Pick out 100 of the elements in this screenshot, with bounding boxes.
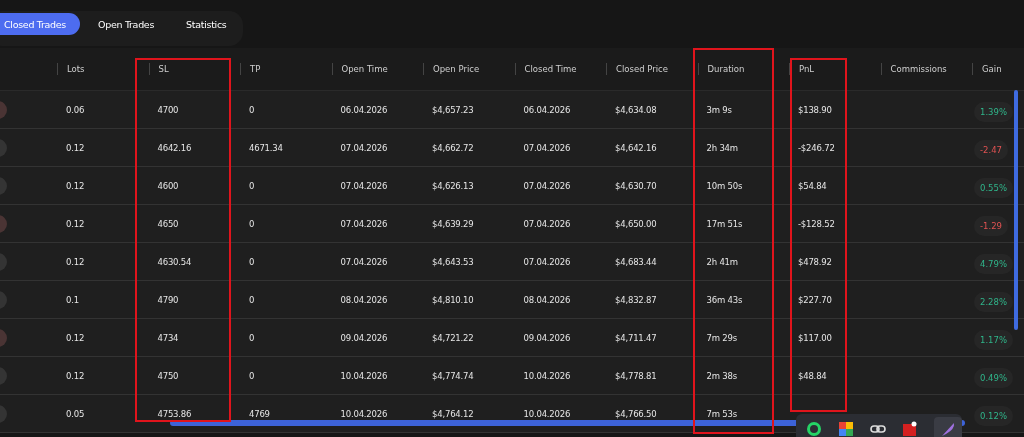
- table-cell-text: 10.04.2026: [522, 370, 572, 381]
- table-cell-text: $4,626.13: [431, 180, 475, 191]
- table-cell-text: 07.04.2026: [339, 256, 389, 267]
- tab[interactable]: Closed Trades: [0, 13, 80, 35]
- table-cell-text: 4734: [156, 332, 180, 343]
- table-cell-text: $4,683.44: [614, 256, 658, 267]
- table-cell-text: 2h 34m: [705, 142, 739, 153]
- table-cell-text: 2h 41m: [705, 256, 739, 267]
- column-header: Gain: [982, 64, 1002, 74]
- table-cell-text: 10m 50s: [705, 180, 744, 191]
- table-cell-text: $4,810.10: [431, 294, 475, 305]
- table-cell-text: $54.84: [797, 180, 828, 191]
- table-cell-text: $4,643.53: [431, 256, 475, 267]
- table-cell-text: 07.04.2026: [522, 180, 572, 191]
- table-cell-text: 0: [248, 332, 256, 343]
- column-header: PnL: [799, 64, 815, 74]
- gain-badge: 0.49%: [974, 368, 1013, 388]
- table-cell-text: $138.90: [797, 104, 833, 115]
- table-cell-text: $478.92: [797, 256, 833, 267]
- table-cell-text: $4,634.08: [614, 104, 658, 115]
- table-cell-text: 06.04.2026: [339, 104, 389, 115]
- table-cell-text: $4,642.16: [614, 142, 658, 153]
- table-cell-text: 4671.34: [248, 142, 284, 153]
- table-cell-text: 0.12: [65, 142, 86, 153]
- table-cell-text: $48.84: [797, 370, 828, 381]
- gain-badge: -2.47: [974, 140, 1008, 160]
- table-cell-text: 4630.54: [156, 256, 193, 267]
- column-header: Commissions: [890, 64, 947, 74]
- table-cell-text: $4,774.74: [431, 370, 475, 381]
- table-cell-text: 4650: [156, 218, 180, 229]
- table-cell-text: 08.04.2026: [522, 294, 572, 305]
- table-cell-text: 07.04.2026: [522, 218, 572, 229]
- table-cell-text: 07.04.2026: [339, 218, 389, 229]
- table-cell-text: 4753.86: [156, 408, 193, 419]
- table-cell-text: 0.12: [65, 370, 86, 381]
- table-cell-text: 4750: [156, 370, 180, 381]
- table-cell-text: 0: [248, 370, 256, 381]
- table-cell-text: 10.04.2026: [339, 408, 389, 419]
- table-cell-text: -$246.72: [797, 142, 836, 153]
- table-cell-text: $4,832.87: [614, 294, 658, 305]
- table-cell-text: 0: [248, 294, 256, 305]
- column-header: TP: [250, 64, 261, 74]
- column-header: Lots: [67, 64, 85, 74]
- table-cell-text: 0.12: [65, 218, 86, 229]
- column-header: Closed Time: [524, 64, 577, 74]
- table-cell-text: $4,711.47: [614, 332, 658, 343]
- gain-badge: 0.12%: [974, 406, 1013, 426]
- feather-icon[interactable]: [940, 421, 956, 437]
- table-cell-text: 0: [248, 104, 256, 115]
- table-cell-text: 4642.16: [156, 142, 193, 153]
- table-cell-text: 0.12: [65, 180, 86, 191]
- table-cell-text: 08.04.2026: [339, 294, 389, 305]
- vertical-scrollbar[interactable]: [1014, 90, 1018, 330]
- table-cell-text: $117.00: [797, 332, 833, 343]
- table-cell-text: $227.70: [797, 294, 833, 305]
- table-cell-text: $4,650.00: [614, 218, 658, 229]
- table-cell-text: 3m 9s: [705, 104, 733, 115]
- gain-badge: 2.28%: [974, 292, 1013, 312]
- table-cell-text: 0.05: [65, 408, 86, 419]
- table-cell-text: 09.04.2026: [522, 332, 572, 343]
- gain-badge: -1.29: [974, 216, 1008, 236]
- table-cell-text: 07.04.2026: [339, 142, 389, 153]
- table-cell-text: 4700: [156, 104, 180, 115]
- table-cell-text: 2m 38s: [705, 370, 738, 381]
- table-cell-text: $4,778.81: [614, 370, 658, 381]
- table-cell-text: 4769: [248, 408, 271, 419]
- table-cell-text: 10.04.2026: [522, 408, 572, 419]
- table-cell-text: $4,639.29: [431, 218, 475, 229]
- table-cell-text: 0: [248, 180, 256, 191]
- gain-badge: 0.55%: [974, 178, 1013, 198]
- table-cell-text: 10.04.2026: [339, 370, 389, 381]
- table-cell-text: 0.12: [65, 332, 86, 343]
- table-cell-text: $4,657.23: [431, 104, 475, 115]
- column-header: Closed Price: [616, 64, 668, 74]
- table-cell-text: 7m 29s: [705, 332, 738, 343]
- table-cell-text: 09.04.2026: [339, 332, 389, 343]
- table-cell-text: $4,630.70: [614, 180, 658, 191]
- column-header: Open Time: [341, 64, 388, 74]
- table-cell-text: 0.12: [65, 256, 86, 267]
- table-cell-text: $4,721.22: [431, 332, 475, 343]
- column-header: Duration: [707, 64, 745, 74]
- table-cell-text: 0: [248, 256, 256, 267]
- table-cell-text: 17m 51s: [705, 218, 744, 229]
- tab[interactable]: Statistics: [172, 13, 241, 35]
- tab[interactable]: Open Trades: [84, 13, 169, 35]
- table-cell-text: $4,764.12: [431, 408, 475, 419]
- table-cell-text: 07.04.2026: [522, 256, 572, 267]
- gain-badge: 1.39%: [974, 102, 1013, 122]
- table-cell-text: -$128.52: [797, 218, 836, 229]
- table-cell-text: 0.06: [65, 104, 86, 115]
- gain-badge: 1.17%: [974, 330, 1013, 350]
- column-header: Open Price: [433, 64, 480, 74]
- table-cell-text: 4790: [156, 294, 180, 305]
- gain-badge: 4.79%: [974, 254, 1013, 274]
- color-grid-icon[interactable]: [838, 421, 854, 437]
- table-cell-text: 7m 53s: [705, 408, 738, 419]
- table-cell-text: $4,662.72: [431, 142, 475, 153]
- table-cell-text: 0: [248, 218, 256, 229]
- table-cell-text: 0.1: [65, 294, 80, 305]
- table-cell-text: 4600: [156, 180, 180, 191]
